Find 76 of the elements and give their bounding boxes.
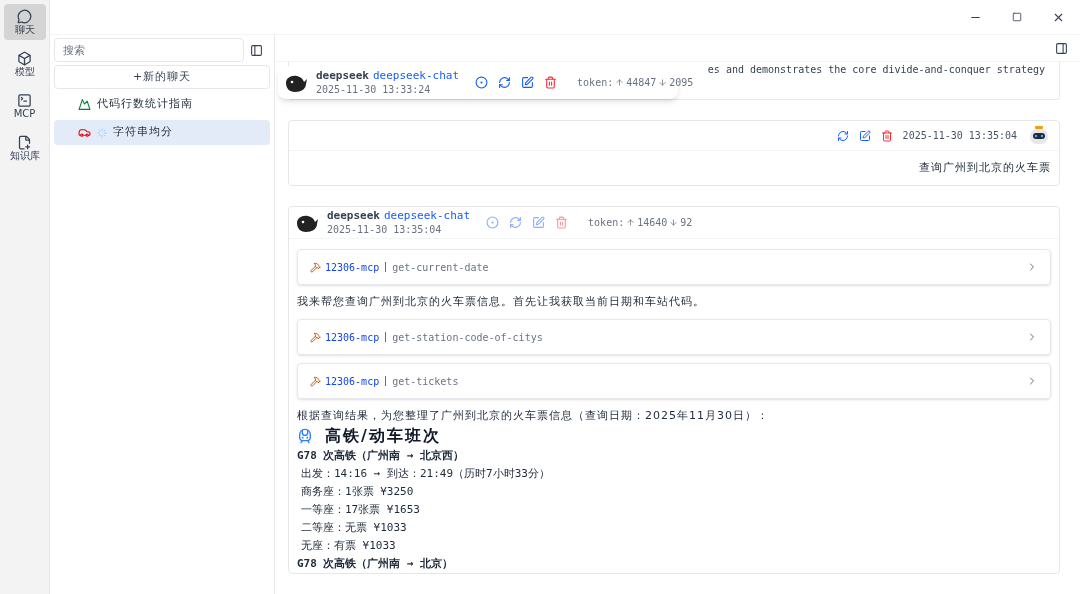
tokens-up-count: 44847 [626,76,657,90]
message-time: 2025-11-30 13:35:04 [327,222,443,237]
train-detail: 二等座：无票 ¥1033 [300,520,408,536]
hammer-icon [310,375,321,387]
rail-tab[interactable]: MCP [3,88,46,124]
separator-bar [385,262,387,272]
model-name: deepseek-chat [384,208,471,223]
train-icon [297,428,313,444]
rail-label: 知识库 [9,149,40,162]
tool-call-card[interactable]: 12306-mcp get-current-date [297,249,1051,285]
rail-tab[interactable]: 聊天 [3,4,46,40]
regenerate-icon[interactable] [836,129,849,142]
tokens-down-count: 2095 [669,76,694,90]
message-paragraph: 根据查询结果，为您整理了广州到北京的火车票信息（查询日期：2025年11月30日）： [297,408,770,424]
message-text: 查询广州到北京的火车票 [919,159,1051,176]
arrow-up-icon [626,218,636,227]
knowledge-icon [17,134,32,150]
train-detail: 一等座：17张票 ¥1653 [300,502,421,518]
tool-server: 12306-mcp [325,330,380,345]
provider-name: deepseek [316,68,369,83]
chat-item[interactable]: 字符串均分 [54,120,270,145]
rail-label: 聊天 [14,23,35,36]
rail-label: MCP [13,107,36,120]
chat-title: 字符串均分 [113,124,173,141]
train-title: G78 次高铁（广州南 → 北京西） [297,448,466,464]
panel-toggle-icon[interactable] [1055,41,1068,55]
model-icon [17,50,32,66]
regenerate-icon[interactable] [498,76,512,89]
new-chat-button[interactable]: +新的聊天 [54,65,270,89]
edit-icon[interactable] [521,76,535,89]
mountain-icon [78,98,91,111]
arrow-up-icon [615,78,625,87]
tokens-up-count: 14640 [637,216,668,230]
search-field[interactable]: 搜索 [54,38,244,62]
token-label: token: [588,216,625,230]
tool-name: get-tickets [392,374,459,389]
message-paragraph: 我来帮您查询广州到北京的火车票信息。首先让我获取当前日期和车站代码。 [297,294,706,310]
model-name: deepseek-chat [373,68,460,83]
maximize-icon[interactable] [1012,12,1022,22]
chat-icon [17,8,32,24]
car-icon [78,126,91,139]
tool-call-card[interactable]: 12306-mcp get-station-code-of-citys [297,319,1051,355]
delete-icon[interactable] [880,129,893,142]
tokens-down-count: 92 [680,216,693,230]
mcp-icon [17,92,32,108]
tool-name: get-station-code-of-citys [392,330,543,345]
rail-tab[interactable]: 模型 [3,46,46,82]
radio-icon[interactable] [475,76,489,89]
train-detail: 无座：有票 ¥1033 [300,538,397,554]
rail-tab[interactable]: 知识库 [3,130,46,166]
rail-label: 模型 [14,65,35,78]
sidebar-toggle-icon[interactable] [250,43,263,57]
message-time: 2025-11-30 13:35:04 [902,129,1017,143]
train-detail: 商务座：1张票 ¥3250 [300,484,415,500]
message-text: es and demonstrates the core divide-and-conquer strategy [707,63,1045,77]
message-time: 2025-11-30 13:33:24 [316,82,432,97]
tool-call-card[interactable]: 12306-mcp get-tickets [297,363,1051,399]
chat-item[interactable]: 代码行数统计指南 [54,92,270,117]
arrow-down-icon [669,218,679,227]
hammer-icon [310,261,321,273]
provider-name: deepseek [327,208,380,223]
edit-icon[interactable] [858,129,871,142]
train-title: G78 次高铁（广州南 → 北京） [297,556,455,572]
section-heading: 高铁/动车班次 [325,425,441,447]
hammer-icon [310,331,321,343]
token-label: token: [577,76,614,90]
chat-title: 代码行数统计指南 [97,96,193,113]
radio-icon[interactable] [486,216,500,229]
arrow-down-icon [658,78,668,87]
train-detail: 出发：14:16 → 到达：21:49（历时7小时33分） [300,466,551,482]
separator-bar [385,332,387,342]
delete-icon[interactable] [544,76,558,89]
separator-bar [385,376,387,386]
tool-server: 12306-mcp [325,374,380,389]
tool-name: get-current-date [392,260,489,275]
tool-server: 12306-mcp [325,260,380,275]
